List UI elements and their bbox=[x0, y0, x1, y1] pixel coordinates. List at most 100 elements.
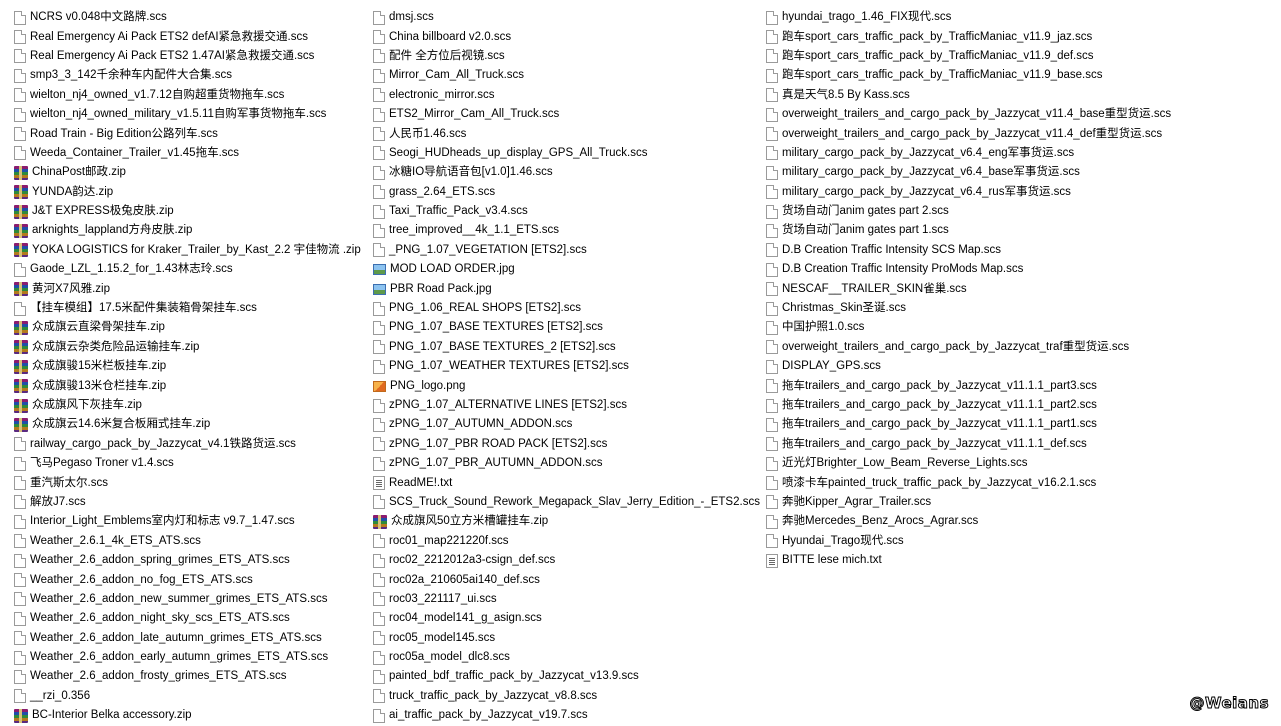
file-item[interactable]: PBR Road Pack.jpg bbox=[373, 279, 758, 298]
file-item[interactable]: 跑车sport_cars_traffic_pack_by_TrafficMani… bbox=[766, 27, 1186, 46]
file-item[interactable]: grass_2.64_ETS.scs bbox=[373, 183, 758, 202]
file-item[interactable]: PNG_1.07_BASE TEXTURES_2 [ETS2].scs bbox=[373, 338, 758, 357]
file-item[interactable]: 货场自动门anim gates part 1.scs bbox=[766, 221, 1186, 240]
file-item[interactable]: Interior_Light_Emblems室内灯和标志 v9.7_1.47.s… bbox=[14, 512, 369, 531]
file-item[interactable]: wielton_nj4_owned_military_v1.5.11自购军事货物… bbox=[14, 105, 369, 124]
file-item[interactable]: PNG_1.07_BASE TEXTURES [ETS2].scs bbox=[373, 318, 758, 337]
file-item[interactable]: military_cargo_pack_by_Jazzycat_v6.4_rus… bbox=[766, 183, 1186, 202]
file-item[interactable]: Weather_2.6_addon_no_fog_ETS_ATS.scs bbox=[14, 570, 369, 589]
file-item[interactable]: painted_bdf_traffic_pack_by_Jazzycat_v13… bbox=[373, 667, 758, 686]
file-item[interactable]: 众成旗云直梁骨架挂车.zip bbox=[14, 318, 369, 337]
file-item[interactable]: ChinaPost邮政.zip bbox=[14, 163, 369, 182]
file-item[interactable]: PNG_1.06_REAL SHOPS [ETS2].scs bbox=[373, 299, 758, 318]
file-item[interactable]: zPNG_1.07_PBR_AUTUMN_ADDON.scs bbox=[373, 454, 758, 473]
file-item[interactable]: 跑车sport_cars_traffic_pack_by_TrafficMani… bbox=[766, 47, 1186, 66]
file-item[interactable]: Road Train - Big Edition公路列车.scs bbox=[14, 124, 369, 143]
file-item[interactable]: 解放J7.scs bbox=[14, 493, 369, 512]
file-item[interactable]: Real Emergency Ai Pack ETS2 defAI紧急救援交通.… bbox=[14, 27, 369, 46]
file-item[interactable]: China billboard v2.0.scs bbox=[373, 27, 758, 46]
file-item[interactable]: Weather_2.6_addon_new_summer_grimes_ETS_… bbox=[14, 590, 369, 609]
file-item[interactable]: 近光灯Brighter_Low_Beam_Reverse_Lights.scs bbox=[766, 454, 1186, 473]
file-item[interactable]: _PNG_1.07_VEGETATION [ETS2].scs bbox=[373, 241, 758, 260]
file-item[interactable]: 人民币1.46.scs bbox=[373, 124, 758, 143]
file-item[interactable]: D.B Creation Traffic Intensity SCS Map.s… bbox=[766, 241, 1186, 260]
file-item[interactable]: roc03_221117_ui.scs bbox=[373, 590, 758, 609]
file-item[interactable]: zPNG_1.07_AUTUMN_ADDON.scs bbox=[373, 415, 758, 434]
file-item[interactable]: __rzi_0.356 bbox=[14, 687, 369, 706]
file-item[interactable]: NCRS v0.048中文路牌.scs bbox=[14, 8, 369, 27]
file-item[interactable]: Weather_2.6.1_4k_ETS_ATS.scs bbox=[14, 532, 369, 551]
file-item[interactable]: PNG_logo.png bbox=[373, 376, 758, 395]
file-item[interactable]: 拖车trailers_and_cargo_pack_by_Jazzycat_v1… bbox=[766, 415, 1186, 434]
file-item[interactable]: 众成旗云杂类危险品运输挂车.zip bbox=[14, 338, 369, 357]
file-item[interactable]: 众成旗骏13米仓栏挂车.zip bbox=[14, 376, 369, 395]
file-item[interactable]: roc02_2212012a3-csign_def.scs bbox=[373, 551, 758, 570]
file-item[interactable]: PNG_1.07_WEATHER TEXTURES [ETS2].scs bbox=[373, 357, 758, 376]
file-item[interactable]: Real Emergency Ai Pack ETS2 1.47AI紧急救援交通… bbox=[14, 47, 369, 66]
file-item[interactable]: tree_improved__4k_1.1_ETS.scs bbox=[373, 221, 758, 240]
file-item[interactable]: railway_cargo_pack_by_Jazzycat_v4.1铁路货运.… bbox=[14, 435, 369, 454]
file-item[interactable]: Weather_2.6_addon_frosty_grimes_ETS_ATS.… bbox=[14, 667, 369, 686]
file-item[interactable]: Taxi_Traffic_Pack_v3.4.scs bbox=[373, 202, 758, 221]
file-item[interactable]: 众成旗骏15米栏板挂车.zip bbox=[14, 357, 369, 376]
file-item[interactable]: overweight_trailers_and_cargo_pack_by_Ja… bbox=[766, 338, 1186, 357]
file-item[interactable]: J&T EXPRESS极兔皮肤.zip bbox=[14, 202, 369, 221]
file-item[interactable]: roc05a_model_dlc8.scs bbox=[373, 648, 758, 667]
file-item[interactable]: SCS_Truck_Sound_Rework_Megapack_Slav_Jer… bbox=[373, 493, 760, 512]
file-item[interactable]: 奔驰Mercedes_Benz_Arocs_Agrar.scs bbox=[766, 512, 1186, 531]
file-item[interactable]: Mirror_Cam_All_Truck.scs bbox=[373, 66, 758, 85]
file-item[interactable]: Hyundai_Trago现代.scs bbox=[766, 532, 1186, 551]
file-item[interactable]: Seogi_HUDheads_up_display_GPS_All_Truck.… bbox=[373, 144, 758, 163]
file-item[interactable]: roc01_map221220f.scs bbox=[373, 532, 758, 551]
file-item[interactable]: 真是天气8.5 By Kass.scs bbox=[766, 86, 1186, 105]
file-item[interactable]: zPNG_1.07_PBR ROAD PACK [ETS2].scs bbox=[373, 435, 758, 454]
file-item[interactable]: zPNG_1.07_ALTERNATIVE LINES [ETS2].scs bbox=[373, 396, 758, 415]
file-item[interactable]: DISPLAY_GPS.scs bbox=[766, 357, 1186, 376]
file-item[interactable]: overweight_trailers_and_cargo_pack_by_Ja… bbox=[766, 105, 1186, 124]
file-item[interactable]: 众成旗云14.6米复合板厢式挂车.zip bbox=[14, 415, 369, 434]
file-item[interactable]: Weather_2.6_addon_late_autumn_grimes_ETS… bbox=[14, 629, 369, 648]
file-item[interactable]: Weather_2.6_addon_spring_grimes_ETS_ATS.… bbox=[14, 551, 369, 570]
file-item[interactable]: 配件 全方位后视镜.scs bbox=[373, 47, 758, 66]
file-item[interactable]: smp3_3_142千余种车内配件大合集.scs bbox=[14, 66, 369, 85]
file-item[interactable]: military_cargo_pack_by_Jazzycat_v6.4_bas… bbox=[766, 163, 1186, 182]
file-item[interactable]: 喷漆卡车painted_truck_traffic_pack_by_Jazzyc… bbox=[766, 473, 1186, 492]
file-item[interactable]: 重汽斯太尔.scs bbox=[14, 473, 369, 492]
file-item[interactable]: Weather_2.6_addon_night_sky_scs_ETS_ATS.… bbox=[14, 609, 369, 628]
file-item[interactable]: Christmas_Skin圣诞.scs bbox=[766, 299, 1186, 318]
file-item[interactable]: 飞马Pegaso Troner v1.4.scs bbox=[14, 454, 369, 473]
file-item[interactable]: roc05_model145.scs bbox=[373, 629, 758, 648]
file-item[interactable]: wielton_nj4_owned_v1.7.12自购超重货物拖车.scs bbox=[14, 86, 369, 105]
file-item[interactable]: hyundai_trago_1.46_FIX现代.scs bbox=[766, 8, 1186, 27]
file-item[interactable]: 跑车sport_cars_traffic_pack_by_TrafficMani… bbox=[766, 66, 1186, 85]
file-item[interactable]: ReadME!.txt bbox=[373, 473, 758, 492]
file-item[interactable]: overweight_trailers_and_cargo_pack_by_Ja… bbox=[766, 124, 1186, 143]
file-item[interactable]: military_cargo_pack_by_Jazzycat_v6.4_eng… bbox=[766, 144, 1186, 163]
file-item[interactable]: 【挂车模组】17.5米配件集装箱骨架挂车.scs bbox=[14, 299, 369, 318]
file-item[interactable]: ai_traffic_pack_by_Jazzycat_v19.7.scs bbox=[373, 706, 758, 725]
file-item[interactable]: 货场自动门anim gates part 2.scs bbox=[766, 202, 1186, 221]
file-item[interactable]: roc02a_210605ai140_def.scs bbox=[373, 570, 758, 589]
file-item[interactable]: 众成旗风下灰挂车.zip bbox=[14, 396, 369, 415]
file-item[interactable]: MOD LOAD ORDER.jpg bbox=[373, 260, 758, 279]
file-item[interactable]: 中国护照1.0.scs bbox=[766, 318, 1186, 337]
file-item[interactable]: YUNDA韵达.zip bbox=[14, 183, 369, 202]
file-item[interactable]: 奔驰Kipper_Agrar_Trailer.scs bbox=[766, 493, 1186, 512]
file-item[interactable]: BC-Interior Belka accessory.zip bbox=[14, 706, 369, 725]
file-item[interactable]: truck_traffic_pack_by_Jazzycat_v8.8.scs bbox=[373, 687, 758, 706]
file-item[interactable]: D.B Creation Traffic Intensity ProMods M… bbox=[766, 260, 1186, 279]
file-item[interactable]: Weeda_Container_Trailer_v1.45拖车.scs bbox=[14, 144, 369, 163]
file-item[interactable]: 黄河X7风雅.zip bbox=[14, 279, 369, 298]
file-item[interactable]: 冰糖IO导航语音包[v1.0]1.46.scs bbox=[373, 163, 758, 182]
file-item[interactable]: ETS2_Mirror_Cam_All_Truck.scs bbox=[373, 105, 758, 124]
file-item[interactable]: YOKA LOGISTICS for Kraker_Trailer_by_Kas… bbox=[14, 241, 369, 260]
file-item[interactable]: arknights_lappland方舟皮肤.zip bbox=[14, 221, 369, 240]
file-item[interactable]: Weather_2.6_addon_early_autumn_grimes_ET… bbox=[14, 648, 369, 667]
file-item[interactable]: dmsj.scs bbox=[373, 8, 758, 27]
file-item[interactable]: 拖车trailers_and_cargo_pack_by_Jazzycat_v1… bbox=[766, 396, 1186, 415]
file-item[interactable]: NESCAF__TRAILER_SKIN雀巢.scs bbox=[766, 279, 1186, 298]
file-item[interactable]: 拖车trailers_and_cargo_pack_by_Jazzycat_v1… bbox=[766, 435, 1186, 454]
file-item[interactable]: BITTE lese mich.txt bbox=[766, 551, 1186, 570]
file-item[interactable]: 众成旗风50立方米槽罐挂车.zip bbox=[373, 512, 758, 531]
file-item[interactable]: electronic_mirror.scs bbox=[373, 86, 758, 105]
